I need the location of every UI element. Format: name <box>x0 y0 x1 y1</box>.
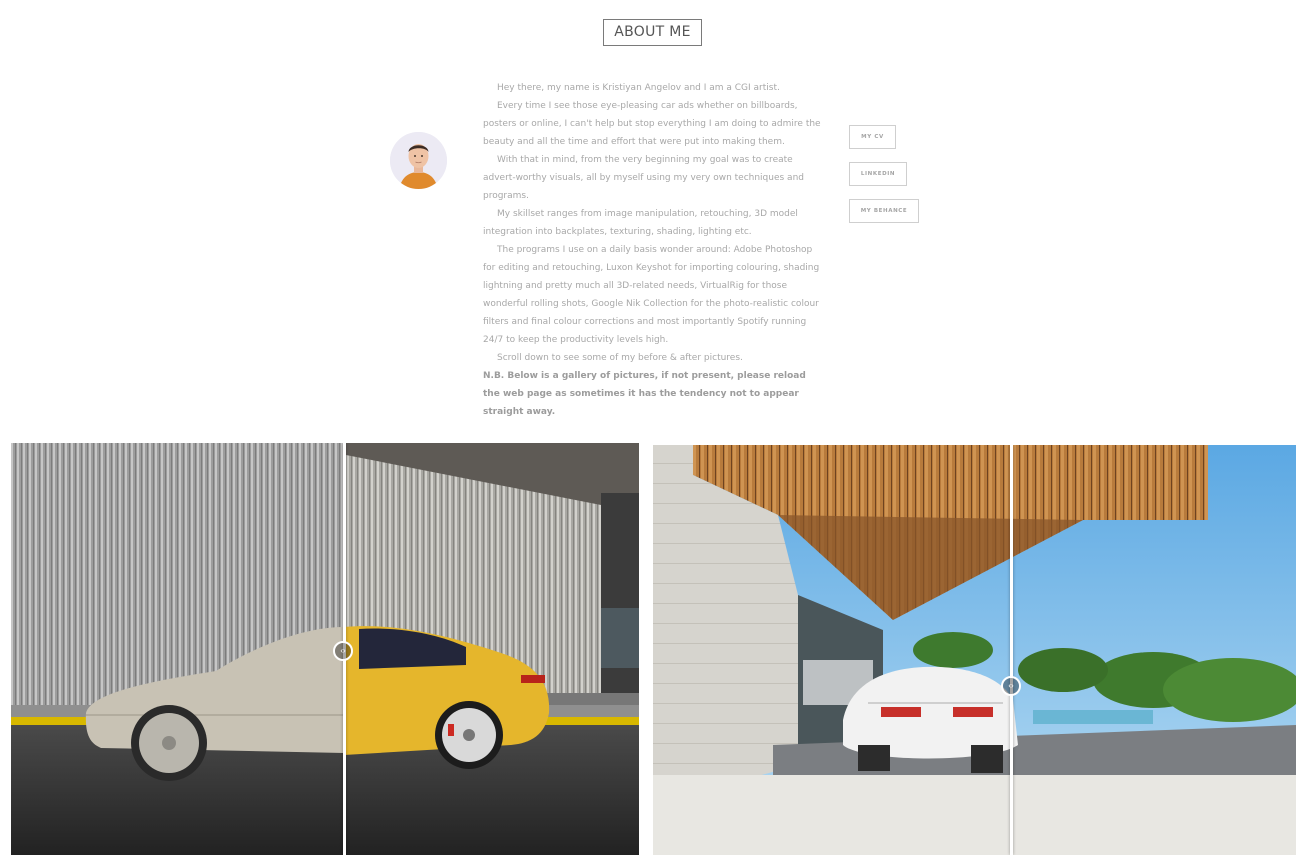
about-me-title: ABOUT ME <box>603 19 702 46</box>
bio-paragraph: The programs I use on a daily basis wond… <box>483 245 820 345</box>
bio-paragraph: My skillset ranges from image manipulati… <box>483 209 798 237</box>
bio-paragraph: Every time I see those eye-pleasing car … <box>483 101 821 147</box>
my-cv-button[interactable]: MY CV <box>849 125 896 149</box>
bio-note: N.B. Below is a gallery of pictures, if … <box>483 371 806 417</box>
before-after-image-2[interactable]: ‹› <box>653 445 1296 855</box>
profile-avatar <box>390 132 447 189</box>
bio-paragraph: Scroll down to see some of my before & a… <box>497 353 743 363</box>
comparison-slider-handle[interactable]: ‹› <box>1001 676 1021 696</box>
comparison-slider-handle[interactable]: ‹› <box>333 641 353 661</box>
bio-paragraph: Hey there, my name is Kristiyan Angelov … <box>497 83 780 93</box>
my-behance-button[interactable]: MY BEHANCE <box>849 199 919 223</box>
linkedin-button[interactable]: LINKEDIN <box>849 162 907 186</box>
before-after-image-1[interactable]: ‹› <box>11 443 639 855</box>
bio-paragraph: With that in mind, from the very beginni… <box>483 155 804 201</box>
comparison-divider[interactable] <box>1010 445 1013 855</box>
bio-text: Hey there, my name is Kristiyan Angelov … <box>483 79 825 421</box>
